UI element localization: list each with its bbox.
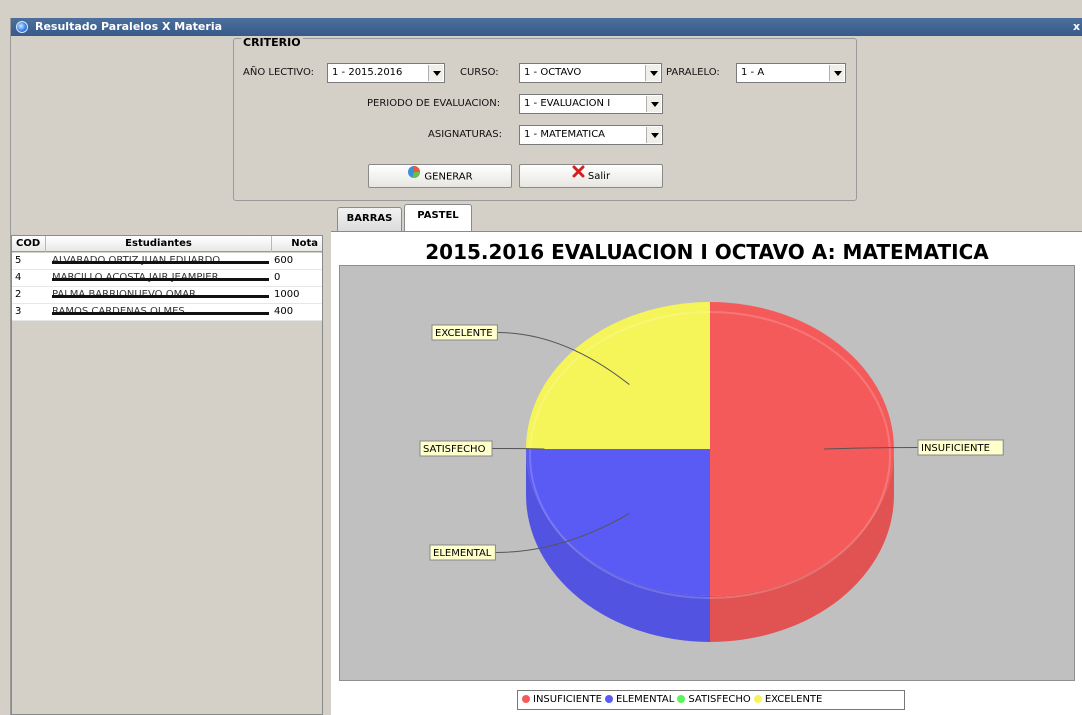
chart-title: 2015.2016 EVALUACION I OCTAVO A: MATEMAT… (425, 240, 989, 264)
data-label: SATISFECHO (423, 444, 486, 455)
cell-student-name: MARCILLO ACOSTA JAIR JEAMPIER (52, 270, 269, 286)
tab-barras[interactable]: BARRAS (337, 207, 402, 231)
paralelo-value: 1 - A (741, 67, 765, 78)
chevron-down-icon[interactable] (646, 96, 661, 112)
table-header: COD Estudiantes Nota (12, 236, 322, 252)
title-bar: Resultado Paralelos X Materia x (11, 18, 1082, 36)
legend-item: ELEMENTAL (604, 691, 675, 709)
students-table: COD Estudiantes Nota 5 ALVARADO ORTIZ JU… (11, 235, 323, 715)
data-label: ELEMENTAL (433, 548, 492, 559)
window-title: Resultado Paralelos X Materia (35, 20, 223, 33)
legend-swatch (604, 694, 613, 703)
table-row[interactable]: 3 RAMOS CARDENAS OLMES 400 (12, 304, 322, 321)
paralelo-select[interactable]: 1 - A (736, 63, 846, 83)
close-icon[interactable]: x (1073, 18, 1082, 36)
main-window: Resultado Paralelos X Materia x CRITERIO… (10, 18, 1082, 715)
legend-label: INSUFICIENTE (533, 694, 602, 705)
curso-value: 1 - OCTAVO (524, 67, 582, 78)
column-header-nota[interactable]: Nota (272, 236, 322, 252)
cell-student-name: ALVARADO ORTIZ JUAN EDUARDO (52, 253, 269, 269)
close-x-icon (572, 165, 585, 187)
cell-student-name: RAMOS CARDENAS OLMES (52, 304, 269, 320)
chevron-down-icon[interactable] (646, 127, 661, 143)
plot-area: INSUFICIENTE ELEMENTAL SATISFECHO EXCELENTE (339, 265, 1075, 681)
cell-cod: 3 (15, 306, 22, 317)
cell-cod: 4 (15, 272, 22, 283)
column-header-cod[interactable]: COD (12, 236, 46, 252)
asignaturas-select[interactable]: 1 - MATEMATICA (519, 125, 663, 145)
column-header-estudiantes[interactable]: Estudiantes (46, 236, 272, 252)
legend-item: SATISFECHO (677, 691, 751, 709)
leader-line (491, 448, 545, 450)
legend-label: SATISFECHO (688, 694, 751, 705)
asignaturas-label: ASIGNATURAS: (428, 129, 502, 140)
redaction-bar (52, 295, 269, 298)
criterio-legend: CRITERIO (241, 36, 303, 49)
chevron-down-icon[interactable] (645, 65, 660, 81)
generar-button[interactable]: GENERAR (368, 164, 512, 188)
cell-nota: 600 (274, 255, 294, 266)
anio-lectivo-value: 1 - 2015.2016 (332, 67, 403, 78)
curso-label: CURSO: (460, 67, 499, 78)
legend-swatch (677, 694, 686, 703)
pie-slice-elemental[interactable] (526, 449, 710, 596)
redaction-bar (52, 312, 269, 315)
data-label: EXCELENTE (435, 328, 493, 339)
legend-swatch (753, 694, 762, 703)
legend-item: INSUFICIENTE (522, 691, 602, 709)
generate-icon (407, 165, 421, 188)
pie-chart: INSUFICIENTE ELEMENTAL SATISFECHO EXCELENTE (419, 302, 1004, 642)
cell-cod: 5 (15, 255, 22, 266)
anio-lectivo-select[interactable]: 1 - 2015.2016 (327, 63, 445, 83)
salir-label: Salir (587, 171, 611, 182)
table-row[interactable]: 2 PALMA BARRIONUEVO OMAR 1000 (12, 287, 322, 304)
legend-swatch (522, 694, 530, 703)
chart-panel: 2015.2016 EVALUACION I OCTAVO A: MATEMAT… (331, 231, 1082, 715)
asignaturas-value: 1 - MATEMATICA (524, 129, 606, 140)
table-row[interactable]: 4 MARCILLO ACOSTA JAIR JEAMPIER 0 (12, 270, 322, 287)
periodo-value: 1 - EVALUACION I (524, 98, 611, 109)
salir-button[interactable]: Salir (519, 164, 663, 188)
chevron-down-icon[interactable] (829, 65, 844, 81)
legend-label: ELEMENTAL (615, 694, 675, 705)
redaction-bar (52, 261, 269, 264)
table-row[interactable]: 5 ALVARADO ORTIZ JUAN EDUARDO 600 (12, 253, 322, 270)
cell-nota: 0 (274, 272, 281, 283)
data-label: INSUFICIENTE (921, 443, 990, 454)
tab-pastel[interactable]: PASTEL (404, 204, 472, 231)
periodo-select[interactable]: 1 - EVALUACION I (519, 94, 663, 114)
anio-lectivo-label: AÑO LECTIVO: (243, 67, 315, 78)
cell-nota: 400 (274, 306, 294, 317)
legend-item: EXCELENTE (753, 691, 823, 709)
cell-nota: 1000 (274, 289, 300, 300)
curso-select[interactable]: 1 - OCTAVO (519, 63, 662, 83)
legend-label: EXCELENTE (764, 694, 823, 705)
paralelo-label: PARALELO: (666, 67, 720, 78)
generar-label: GENERAR (424, 171, 473, 183)
cell-cod: 2 (15, 289, 22, 300)
chart-legend: INSUFICIENTE ELEMENTAL SATISFECHO EXCELENTE (517, 690, 905, 710)
chevron-down-icon[interactable] (428, 65, 443, 81)
app-icon (16, 21, 28, 33)
table-body: 5 ALVARADO ORTIZ JUAN EDUARDO 600 4 MARC… (12, 253, 322, 321)
cell-student-name: PALMA BARRIONUEVO OMAR (52, 287, 269, 303)
redaction-bar (52, 278, 269, 281)
periodo-label: PERIODO DE EVALUACION: (367, 98, 501, 109)
